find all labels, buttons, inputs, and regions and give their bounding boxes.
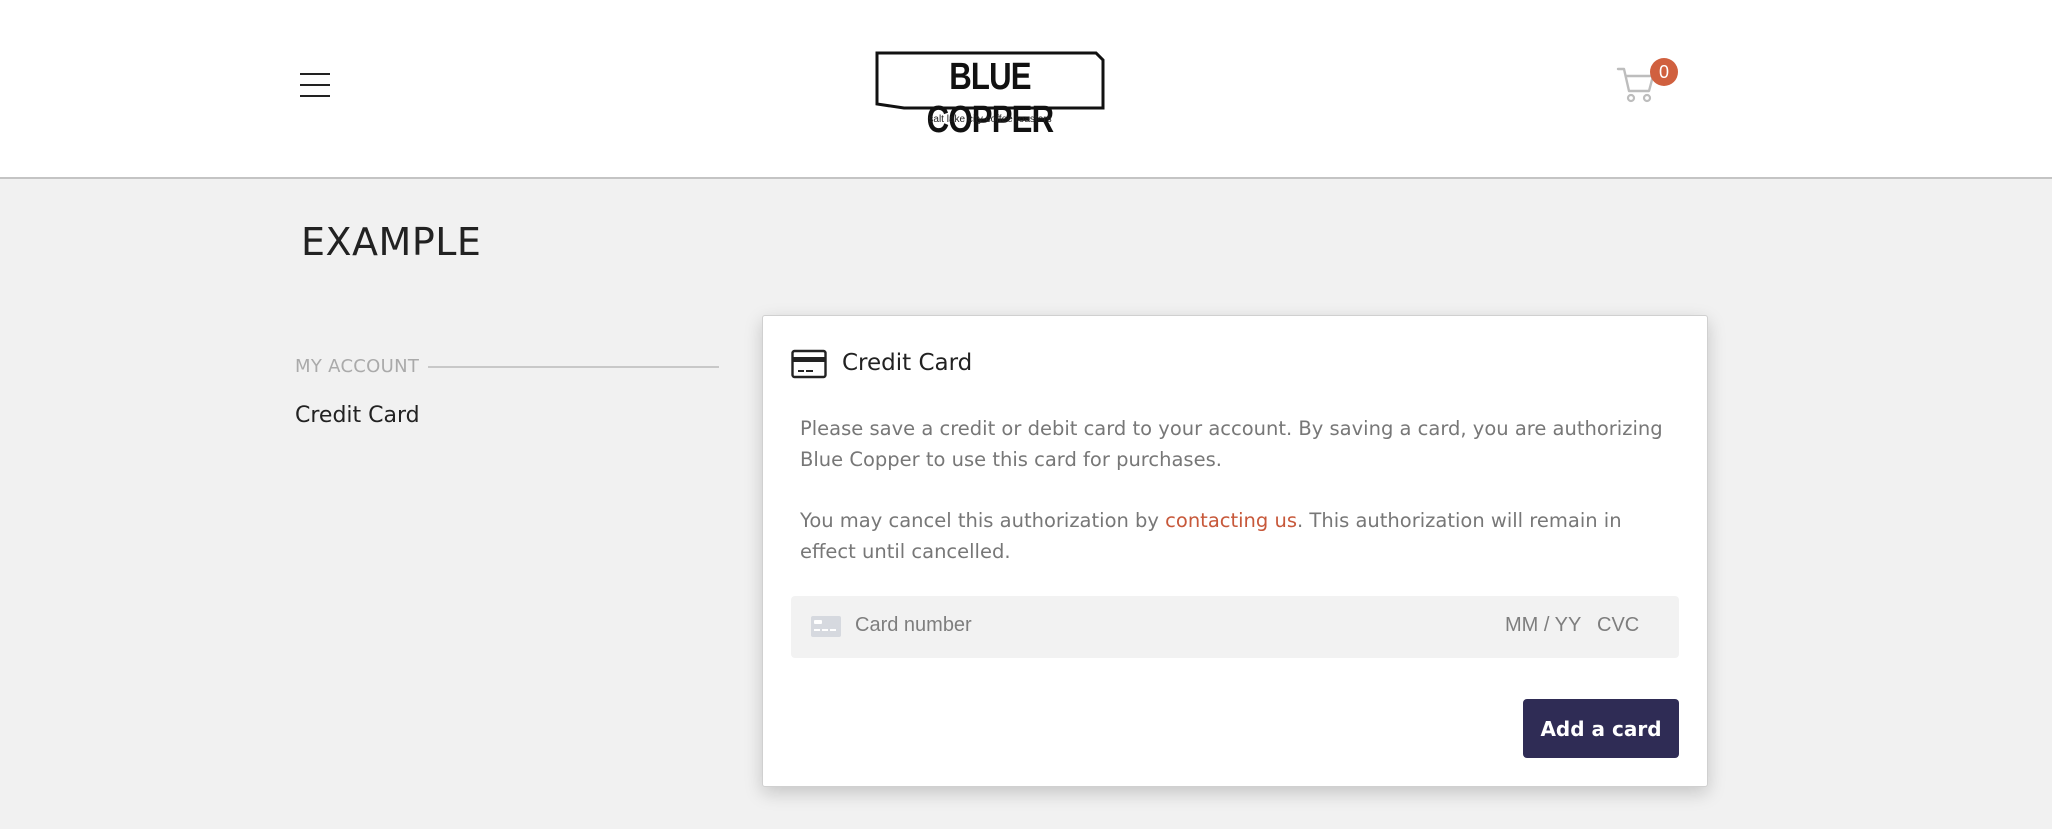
card-input-field[interactable] [791, 596, 1679, 658]
authorization-text: Please save a credit or debit card to yo… [800, 417, 1663, 471]
sidebar-heading: MY ACCOUNT [295, 356, 420, 377]
sidebar-divider [428, 366, 719, 368]
sidebar-item-credit-card[interactable]: Credit Card [295, 403, 420, 428]
credit-card-icon [791, 349, 827, 379]
add-card-button[interactable]: Add a card [1523, 699, 1679, 758]
site-header: BLUE COPPER salt lake city coffee roaste… [0, 0, 2052, 179]
page-title: EXAMPLE [301, 220, 482, 264]
cancel-authorization-text: You may cancel this authorization by con… [800, 505, 1680, 567]
cancel-text-start: You may cancel this authorization by [800, 509, 1166, 532]
card-expiry-input[interactable] [1505, 614, 1601, 637]
card-number-input[interactable] [855, 614, 1455, 637]
cart-count-badge: 0 [1650, 58, 1678, 86]
contact-us-link[interactable]: contacting us [1165, 509, 1297, 532]
logo-wordmark: BLUE COPPER [926, 56, 1054, 141]
card-cvc-input[interactable] [1597, 614, 1657, 637]
blue-copper-logo[interactable]: BLUE COPPER salt lake city coffee roaste… [874, 50, 1106, 141]
panel-title: Credit Card [842, 350, 973, 376]
card-placeholder-icon [811, 616, 841, 637]
logo-tagline: salt lake city coffee roasters [928, 114, 1052, 125]
credit-card-panel: Credit Card Please save a credit or debi… [762, 315, 1708, 787]
hamburger-menu-icon[interactable] [300, 73, 330, 97]
